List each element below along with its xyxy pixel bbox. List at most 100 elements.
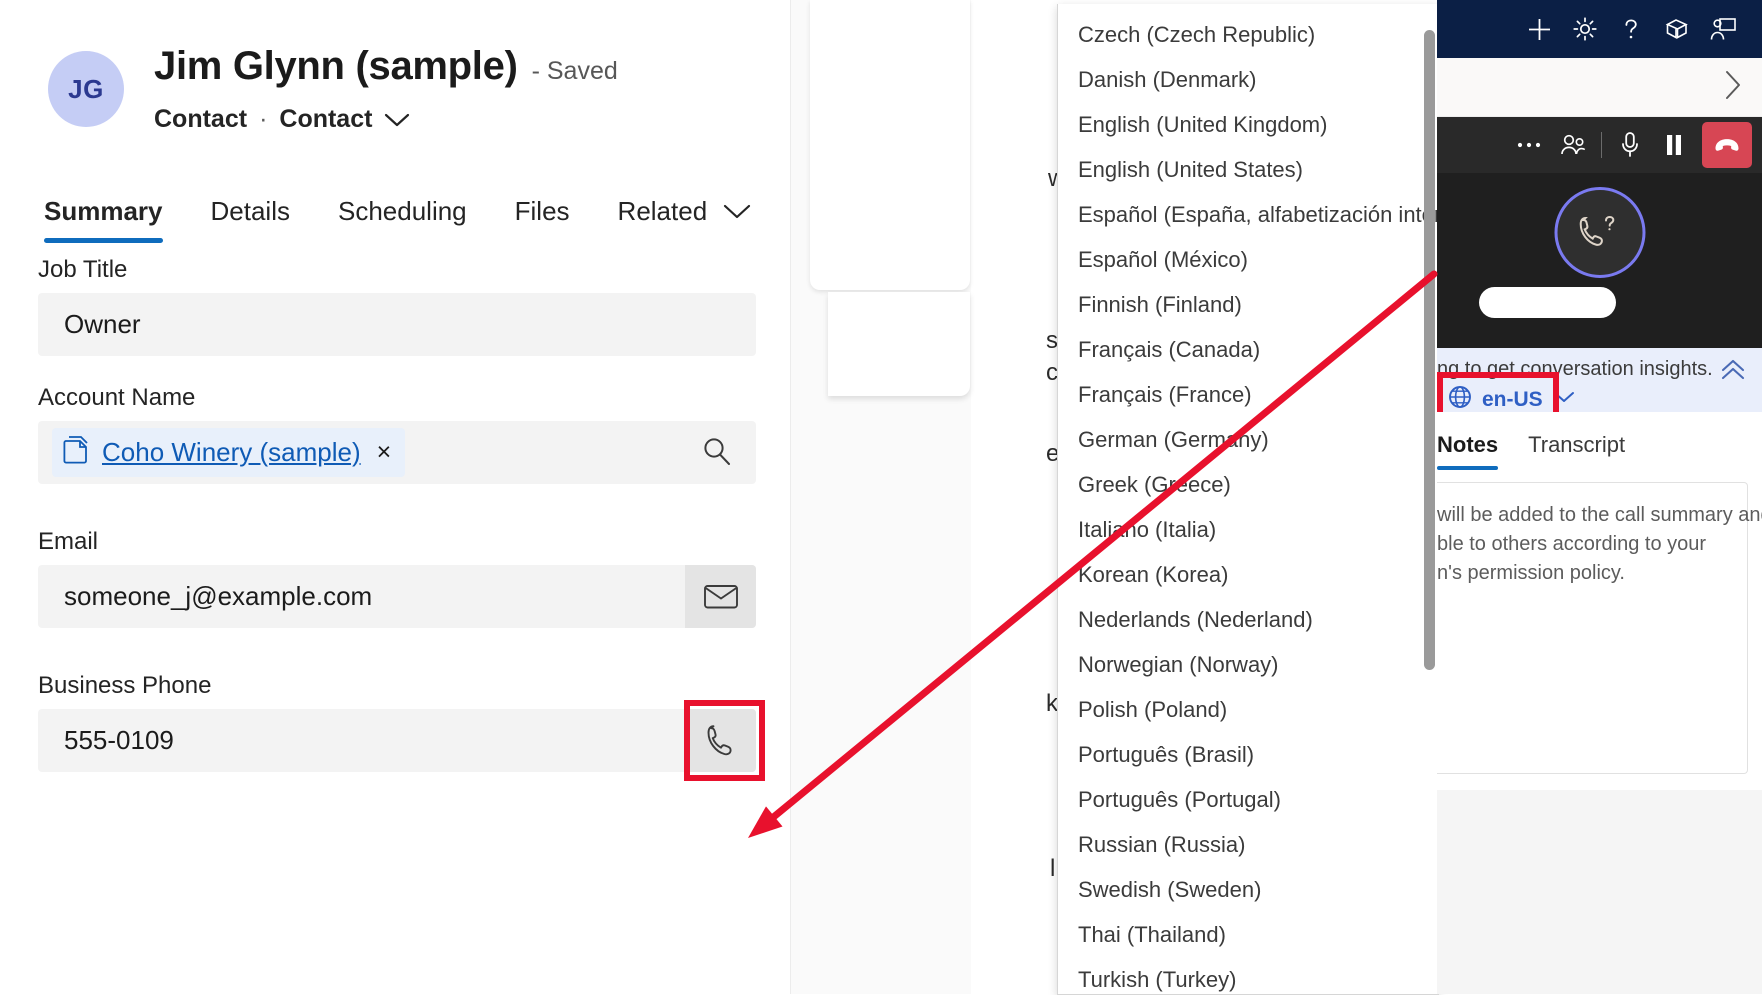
insights-message: ng to get conversation insights.: [1437, 358, 1713, 381]
language-option[interactable]: Turkish (Turkey): [1058, 957, 1438, 995]
placeholder-line: will be added to the call summary and: [1437, 501, 1762, 530]
pause-icon[interactable]: [1652, 123, 1696, 167]
call-stage: [1437, 117, 1762, 348]
job-title-input[interactable]: Owner: [38, 293, 756, 356]
scrollbar-thumb[interactable]: [1424, 30, 1435, 670]
background-card-top: [810, 0, 970, 290]
account-record-icon: [62, 435, 90, 470]
control-divider: [1601, 132, 1602, 158]
record-header-card: JG Jim Glynn (sample) - Saved Contact · …: [0, 0, 920, 273]
field-value: someone_j@example.com: [38, 581, 372, 612]
tab-scheduling[interactable]: Scheduling: [338, 196, 467, 243]
tab-label: Files: [515, 196, 570, 226]
unknown-caller-icon: [1554, 187, 1645, 278]
entity-type-label: Contact: [154, 105, 247, 134]
tab-active-underline: [44, 238, 163, 243]
more-options-icon[interactable]: [1507, 123, 1551, 167]
language-option[interactable]: Français (Canada): [1058, 327, 1438, 372]
tab-related[interactable]: Related: [618, 196, 752, 243]
tab-files[interactable]: Files: [515, 196, 570, 243]
notes-textarea[interactable]: will be added to the call summary and bl…: [1437, 482, 1748, 774]
page-title: Jim Glynn (sample): [154, 44, 518, 89]
conversation-insights-banner: ng to get conversation insights. en-US: [1437, 348, 1762, 412]
language-option[interactable]: Português (Brasil): [1058, 732, 1438, 777]
language-option[interactable]: Español (México): [1058, 237, 1438, 282]
email-input[interactable]: someone_j@example.com: [38, 565, 756, 628]
field-account-name: Account Name Coho Winery (sample) ×: [38, 384, 756, 484]
field-job-title: Job Title Owner: [38, 256, 756, 356]
lookup-chip-label[interactable]: Coho Winery (sample): [102, 437, 361, 468]
notes-tab-strip: Notes Transcript: [1437, 412, 1762, 470]
language-option[interactable]: Danish (Denmark): [1058, 57, 1438, 102]
chevron-down-icon[interactable]: [384, 112, 410, 128]
form-name-label[interactable]: Contact: [279, 105, 372, 134]
tab-label: Details: [211, 196, 290, 226]
language-option[interactable]: Português (Portugal): [1058, 777, 1438, 822]
language-option[interactable]: Polish (Poland): [1058, 687, 1438, 732]
avatar: JG: [48, 51, 124, 127]
close-icon[interactable]: ×: [377, 440, 392, 465]
language-option[interactable]: Thai (Thailand): [1058, 912, 1438, 957]
tab-transcript[interactable]: Transcript: [1528, 432, 1625, 470]
chevron-right-icon[interactable]: [1722, 68, 1744, 107]
language-option-list: Czech (Czech Republic)Danish (Denmark)En…: [1058, 4, 1438, 995]
lookup-chip[interactable]: Coho Winery (sample) ×: [52, 428, 405, 477]
language-option[interactable]: Italiano (Italia): [1058, 507, 1438, 552]
field-label: Email: [38, 528, 756, 556]
microphone-icon[interactable]: [1608, 123, 1652, 167]
business-phone-input[interactable]: 555-0109: [38, 709, 756, 772]
language-option[interactable]: Swedish (Sweden): [1058, 867, 1438, 912]
language-option[interactable]: Czech (Czech Republic): [1058, 12, 1438, 57]
language-option[interactable]: Greek (Greece): [1058, 462, 1438, 507]
phone-call-icon[interactable]: [685, 709, 756, 772]
globe-icon: [1447, 384, 1473, 415]
teams-apps-icon[interactable]: [1654, 6, 1700, 52]
record-title-row: JG Jim Glynn (sample) - Saved Contact · …: [48, 44, 618, 134]
title-line: Jim Glynn (sample) - Saved: [154, 44, 618, 89]
people-icon[interactable]: [1551, 123, 1595, 167]
gear-icon[interactable]: [1562, 6, 1608, 52]
hangup-icon[interactable]: [1702, 122, 1752, 168]
chevron-down-icon[interactable]: [723, 196, 751, 227]
tab-label: Transcript: [1528, 432, 1625, 457]
search-icon[interactable]: [700, 421, 734, 484]
app-top-bar: [1437, 0, 1762, 58]
language-option[interactable]: English (United States): [1058, 147, 1438, 192]
language-option[interactable]: Nederlands (Nederland): [1058, 597, 1438, 642]
field-label: Account Name: [38, 384, 756, 412]
notes-placeholder-text: will be added to the call summary and bl…: [1437, 501, 1762, 588]
tab-details[interactable]: Details: [211, 196, 290, 243]
language-option[interactable]: Korean (Korea): [1058, 552, 1438, 597]
language-option[interactable]: Norwegian (Norway): [1058, 642, 1438, 687]
language-option[interactable]: Russian (Russia): [1058, 822, 1438, 867]
redacted-callee-name: [1479, 287, 1616, 318]
locale-picker[interactable]: en-US: [1447, 384, 1575, 415]
tab-active-underline: [1437, 466, 1498, 470]
plus-icon[interactable]: [1516, 6, 1562, 52]
panel-expand-bar[interactable]: [1437, 58, 1762, 117]
language-option[interactable]: Finnish (Finland): [1058, 282, 1438, 327]
tab-label: Summary: [44, 196, 163, 226]
language-option[interactable]: English (United Kingdom): [1058, 102, 1438, 147]
account-name-lookup[interactable]: Coho Winery (sample) ×: [38, 421, 756, 484]
tab-summary[interactable]: Summary: [44, 196, 163, 243]
placeholder-line: ble to others according to your: [1437, 530, 1762, 559]
tab-notes[interactable]: Notes: [1437, 432, 1498, 470]
pane-bottom-fill: [1437, 790, 1762, 994]
background-card-inner: [828, 292, 970, 396]
field-label: Business Phone: [38, 672, 756, 700]
field-business-phone: Business Phone 555-0109: [38, 672, 756, 772]
locale-value: en-US: [1482, 388, 1543, 412]
presenter-icon[interactable]: [1700, 6, 1746, 52]
envelope-icon[interactable]: [685, 565, 756, 628]
language-option[interactable]: Español (España, alfabetización internac…: [1058, 192, 1438, 237]
form-tab-strip: Summary Details Scheduling Files Related: [44, 196, 799, 243]
field-label: Job Title: [38, 256, 756, 284]
chevron-down-icon[interactable]: [1553, 390, 1575, 409]
language-option[interactable]: Français (France): [1058, 372, 1438, 417]
question-mark-icon[interactable]: [1608, 6, 1654, 52]
language-dropdown-menu[interactable]: Czech (Czech Republic)Danish (Denmark)En…: [1057, 4, 1439, 995]
teams-call-pane: ng to get conversation insights. en-US: [1437, 0, 1762, 994]
chevron-double-up-icon[interactable]: [1718, 356, 1748, 387]
language-option[interactable]: German (Germany): [1058, 417, 1438, 462]
